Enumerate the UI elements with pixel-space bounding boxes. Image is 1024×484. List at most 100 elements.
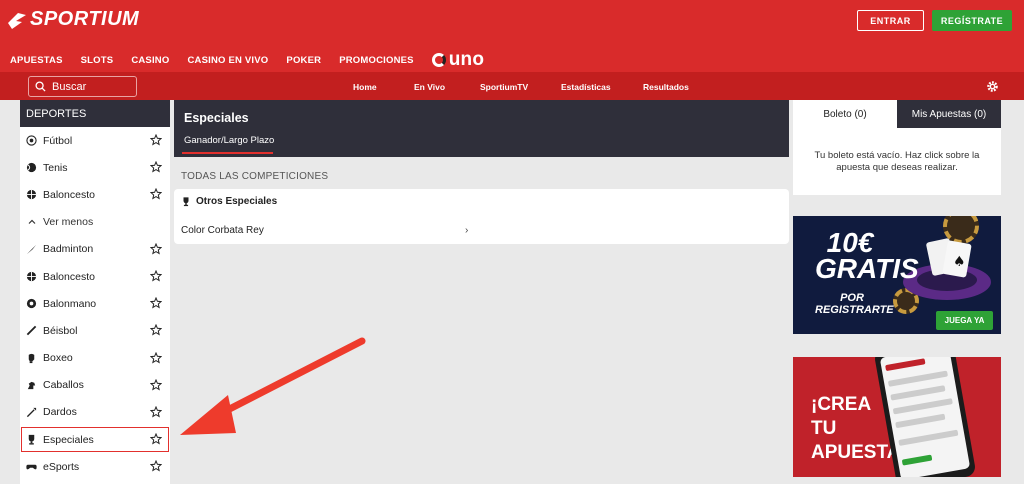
handball-icon — [26, 298, 37, 309]
promo-subtitle: POR REGISTRARTE — [815, 292, 894, 316]
phone-screen-bar — [885, 358, 926, 372]
annotation-arrow — [180, 337, 366, 435]
sidebar-item-label: Baloncesto — [43, 270, 95, 283]
star-icon[interactable] — [150, 297, 162, 309]
nav-apuestas[interactable]: APUESTAS — [10, 55, 63, 66]
chevron-right-icon[interactable]: › — [465, 225, 468, 236]
sidebar-item-badminton[interactable]: Badminton — [20, 236, 170, 263]
uno-label: uno — [448, 49, 485, 70]
subnav-estadisticas[interactable]: Estadísticas — [561, 82, 611, 92]
brand-name: SPORTIUM — [30, 8, 140, 30]
tab-mis-apuestas[interactable]: Mis Apuestas (0) — [897, 100, 1001, 128]
star-icon[interactable] — [150, 405, 162, 418]
sidebar-item-esports[interactable]: eSports — [20, 453, 170, 480]
nav-slots[interactable]: SLOTS — [81, 55, 114, 66]
subnav-en-vivo[interactable]: En Vivo — [414, 82, 445, 92]
basketball-icon — [26, 189, 37, 200]
trophy-icon — [26, 434, 37, 445]
search-box[interactable] — [28, 76, 137, 97]
star-icon[interactable] — [150, 378, 162, 391]
star-icon[interactable] — [150, 433, 162, 445]
phone-screen-bar — [895, 413, 946, 429]
promo-banner-10-euros[interactable]: ♠ 10€ GRATIS POR REGISTRARTE JUEGA YA — [793, 216, 1001, 334]
tab-boleto[interactable]: Boleto (0) — [793, 100, 897, 128]
chevron-up-icon — [26, 217, 37, 228]
nav-promociones[interactable]: PROMOCIONES — [339, 55, 414, 66]
sidebar-item-label: Boxeo — [43, 352, 73, 365]
subnav-sportiumtv[interactable]: SportiumTV — [480, 82, 528, 92]
sidebar-item-especiales[interactable]: Especiales — [20, 426, 170, 453]
empty-slip-message: Tu boleto está vacío. Haz click sobre la… — [814, 150, 980, 173]
crea-tu-apuesta-banner[interactable]: ¡CREA TU APUESTA! — [793, 357, 1001, 477]
main-nav: APUESTAS SLOTS CASINO CASINO EN VIVO POK… — [10, 49, 484, 71]
nav-poker[interactable]: POKER — [286, 55, 321, 66]
phone-screen-bar — [898, 429, 959, 446]
bet-slip: Boleto (0) Mis Apuestas (0) Tu boleto es… — [793, 100, 1001, 195]
market-row-color-corbata[interactable]: Color Corbata Rey — [181, 225, 264, 236]
horse-icon — [26, 380, 37, 391]
nav-casino-en-vivo[interactable]: CASINO EN VIVO — [187, 55, 268, 66]
promo-amount: 10€ GRATIS — [815, 227, 919, 284]
sidebar-title: DEPORTES — [20, 100, 170, 127]
subnav-resultados[interactable]: Resultados — [643, 82, 689, 92]
phone-screen-bar — [887, 370, 949, 387]
subnav-home[interactable]: Home — [353, 82, 377, 92]
sports-sidebar: DEPORTES Fútbol Tenis Baloncesto Ver men… — [20, 100, 170, 484]
ver-menos-toggle[interactable]: Ver menos — [20, 209, 170, 236]
baseball-bat-icon — [26, 325, 37, 336]
tab-ganador-largo-plazo[interactable]: Ganador/Largo Plazo — [184, 135, 274, 146]
basketball-icon — [26, 271, 37, 282]
competitions-label: TODAS LAS COMPETICIONES — [181, 171, 329, 182]
boxing-glove-icon — [26, 353, 37, 364]
search-input[interactable] — [52, 80, 132, 93]
ver-menos-label: Ver menos — [43, 216, 94, 229]
juega-ya-button[interactable]: JUEGA YA — [936, 311, 993, 330]
sidebar-item-label: Balonmano — [43, 297, 97, 310]
star-icon[interactable] — [150, 134, 162, 146]
nav-casino[interactable]: CASINO — [131, 55, 169, 66]
star-icon[interactable] — [150, 324, 162, 336]
sidebar-item-caballos[interactable]: Caballos — [20, 372, 170, 399]
page-title: Especiales — [184, 111, 249, 125]
sidebar-item-dardos[interactable]: Dardos — [20, 399, 170, 426]
dart-icon — [26, 407, 37, 418]
star-icon[interactable] — [150, 351, 162, 364]
sidebar-item-futbol[interactable]: Fútbol — [20, 127, 170, 154]
competition-title: Otros Especiales — [181, 196, 277, 207]
tennis-ball-icon — [26, 162, 37, 173]
star-icon[interactable] — [150, 269, 162, 282]
gamepad-icon — [26, 461, 37, 472]
sidebar-item-label: Tenis — [43, 161, 68, 174]
phone-screen-bar — [901, 454, 933, 466]
sidebar-item-label: Especiales — [43, 433, 94, 446]
sidebar-item-balonmano[interactable]: Balonmano — [20, 290, 170, 317]
sportium-logo[interactable]: SPORTIUM — [6, 8, 139, 31]
nav-uno[interactable]: uno — [431, 49, 485, 71]
sidebar-item-baloncesto[interactable]: Baloncesto — [20, 181, 170, 208]
shuttlecock-icon — [26, 244, 37, 255]
star-icon[interactable] — [150, 161, 162, 173]
sidebar-item-tenis[interactable]: Tenis — [20, 154, 170, 181]
sidebar-item-beisbol[interactable]: Béisbol — [20, 317, 170, 344]
phone-screen-bar — [890, 385, 946, 401]
register-button[interactable]: REGÍSTRATE — [932, 10, 1012, 31]
sidebar-item-label: Béisbol — [43, 324, 78, 337]
phone-screen-bar — [892, 398, 953, 415]
star-icon[interactable] — [150, 242, 162, 255]
search-icon — [35, 81, 46, 92]
sidebar-item-label: eSports — [43, 460, 80, 473]
active-tab-indicator — [182, 152, 273, 154]
sidebar-item-label: Baloncesto — [43, 188, 95, 201]
star-icon[interactable] — [150, 460, 162, 472]
svg-text:♠: ♠ — [953, 254, 966, 270]
login-button[interactable]: ENTRAR — [857, 10, 924, 31]
sidebar-item-baloncesto-2[interactable]: Baloncesto — [20, 263, 170, 290]
phone-screen — [879, 357, 971, 477]
gear-icon[interactable] — [986, 80, 999, 93]
sidebar-item-boxeo[interactable]: Boxeo — [20, 345, 170, 372]
sidebar-item-label: Dardos — [43, 406, 77, 419]
sidebar-item-label: Badminton — [43, 243, 94, 256]
competition-title-label: Otros Especiales — [196, 196, 278, 207]
star-icon[interactable] — [150, 188, 162, 200]
sidebar-item-label: Caballos — [43, 379, 84, 392]
